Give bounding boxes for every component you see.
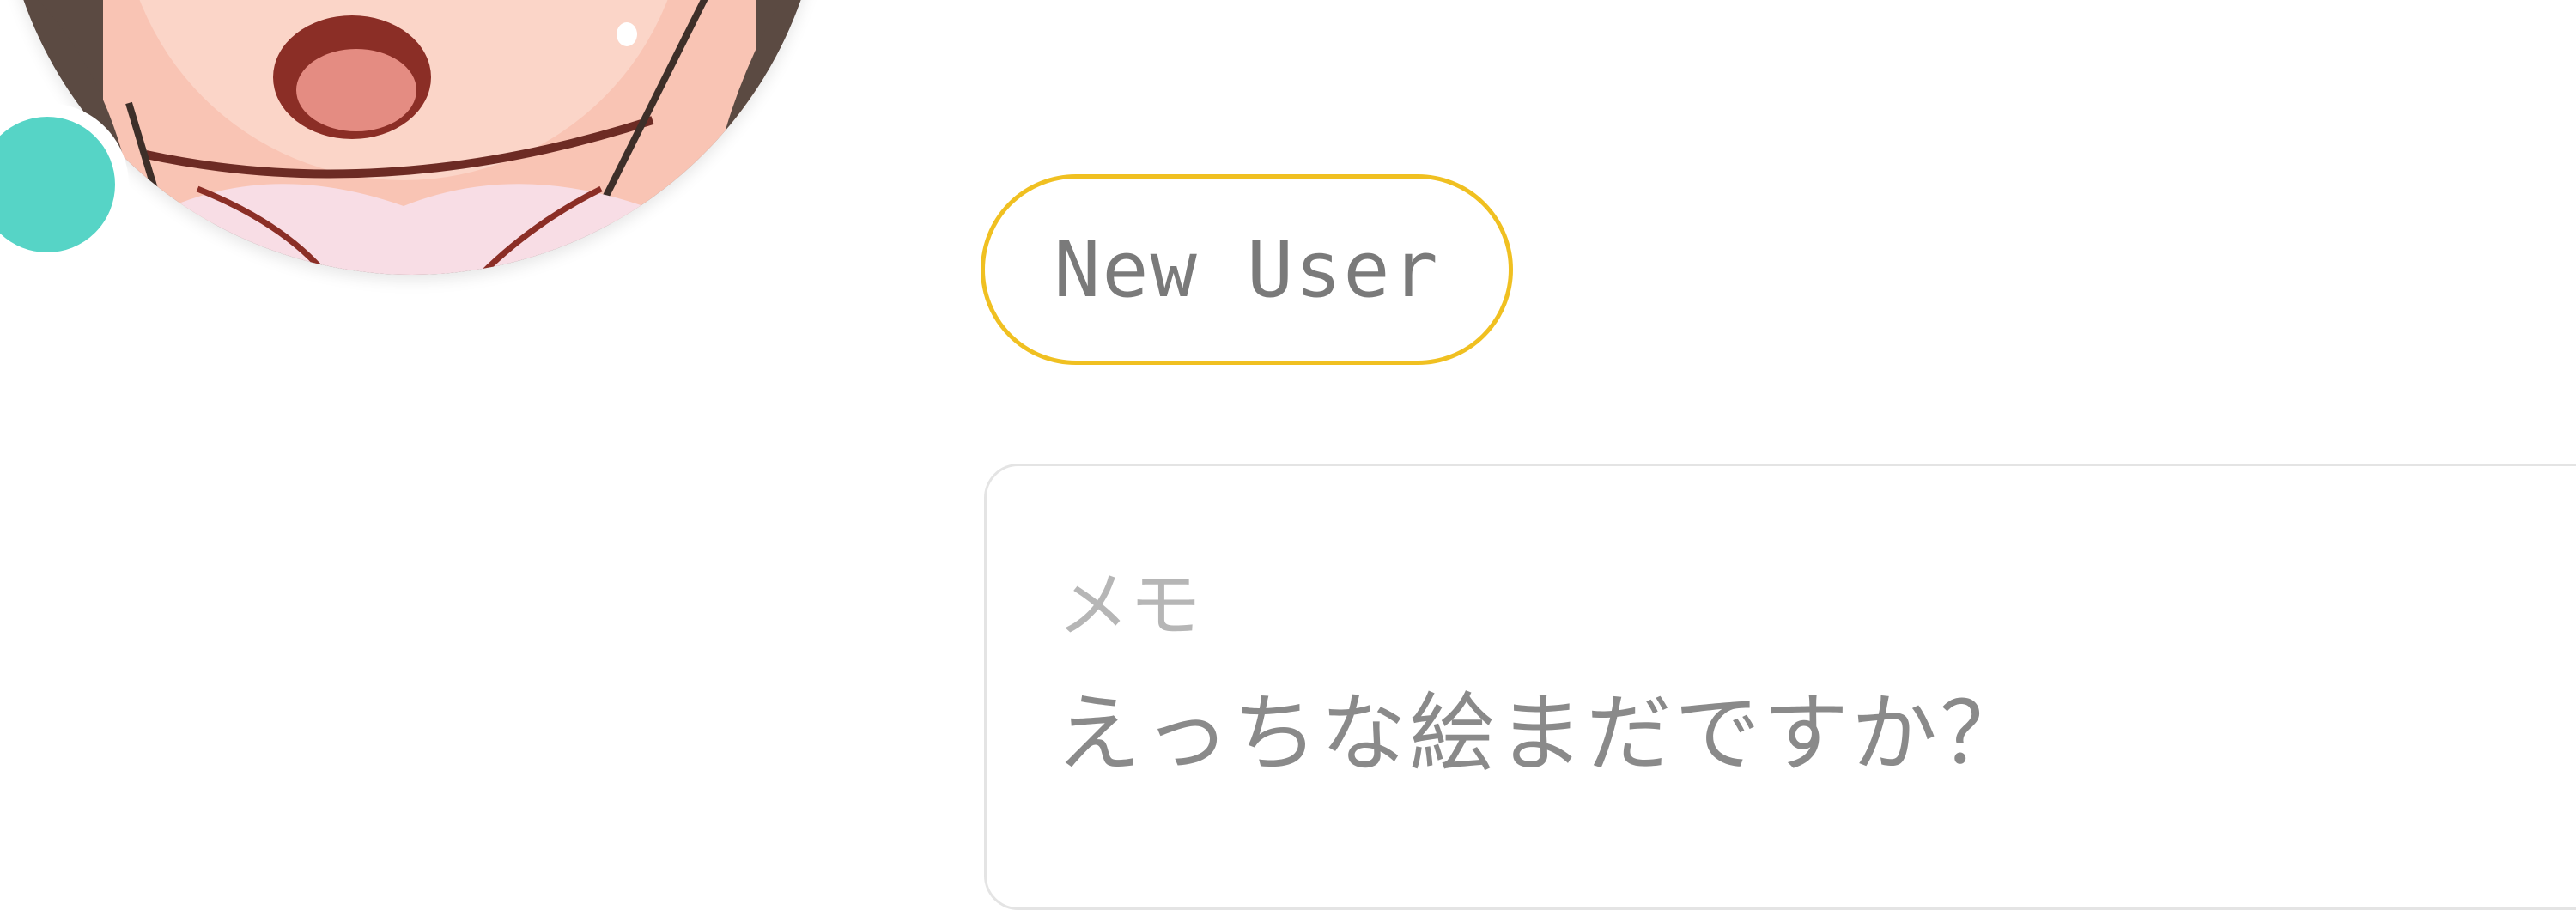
badge-label: New User (1054, 224, 1440, 315)
avatar-illustration (0, 0, 824, 275)
new-user-badge: New User (981, 174, 1513, 365)
memo-card[interactable]: メモ えっちな絵まだですか？ (984, 464, 2576, 910)
memo-label: メモ (1057, 563, 1202, 647)
memo-text: えっちな絵まだですか？ (1055, 683, 2028, 784)
user-avatar[interactable] (0, 0, 824, 275)
